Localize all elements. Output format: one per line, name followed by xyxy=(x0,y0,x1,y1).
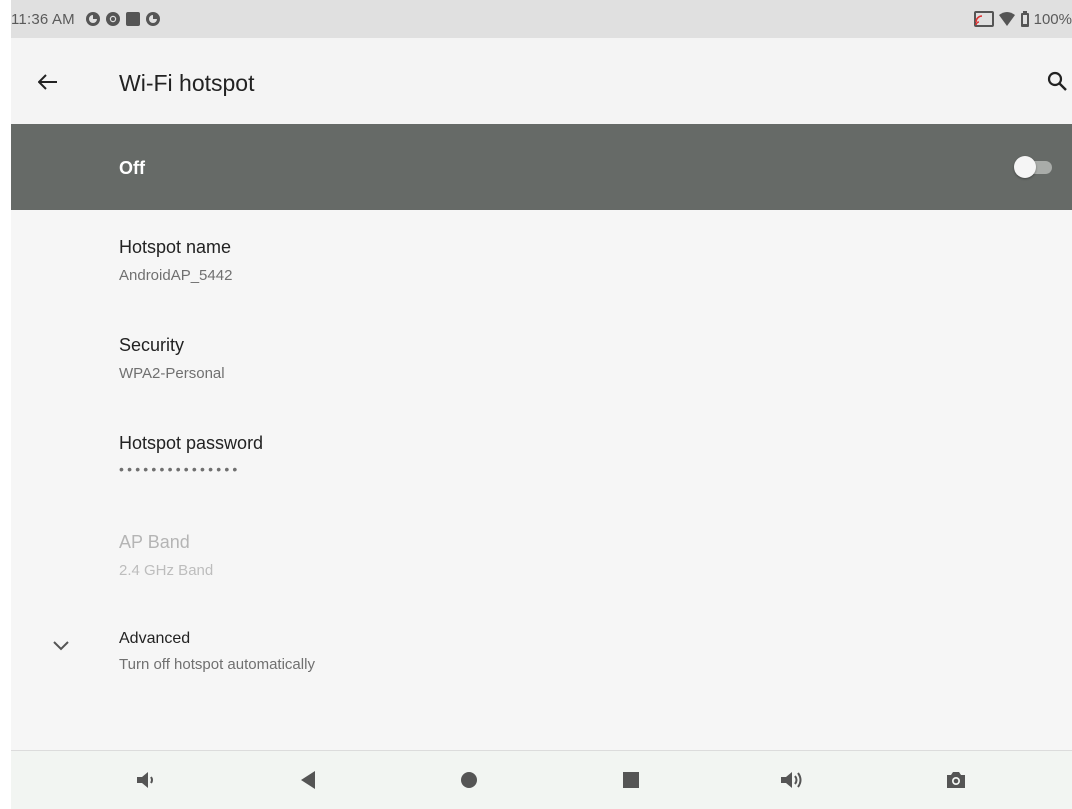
stop-notification-icon xyxy=(125,12,140,26)
screen: 11:36 AM 100% Wi-Fi hotspot Off Hotspot … xyxy=(11,0,1072,809)
cast-icon xyxy=(973,11,994,27)
search-icon xyxy=(1047,71,1067,91)
app-notification-icon xyxy=(85,12,100,26)
pref-title: Hotspot name xyxy=(119,237,232,257)
recents-icon xyxy=(623,772,639,788)
home-icon xyxy=(461,772,477,788)
pref-summary: Turn off hotspot automatically xyxy=(119,656,315,673)
notification-icons xyxy=(85,11,165,27)
app-bar: Wi-Fi hotspot xyxy=(11,38,1072,124)
ap-band-pref: AP Band 2.4 GHz Band xyxy=(11,506,1072,604)
app-notification-icon-2 xyxy=(145,12,160,26)
hotspot-password-pref[interactable]: Hotspot password ••••••••••••••• xyxy=(11,408,1072,506)
pref-title: AP Band xyxy=(119,532,190,552)
recents-button[interactable] xyxy=(616,765,646,795)
hotspot-name-pref[interactable]: Hotspot name AndroidAP_5442 xyxy=(11,212,1072,310)
toggle-thumb xyxy=(1014,156,1036,178)
chevron-down-icon xyxy=(49,634,73,658)
status-bar: 11:36 AM 100% xyxy=(11,0,1072,38)
pref-title: Security xyxy=(119,335,185,355)
hotspot-master-switch-bar[interactable]: Off xyxy=(11,124,1072,210)
volume-down-icon xyxy=(137,772,153,788)
chrome-notification-icon xyxy=(105,12,120,26)
security-pref[interactable]: Security WPA2-Personal xyxy=(11,310,1072,408)
advanced-pref[interactable]: Advanced Turn off hotspot automatically xyxy=(11,604,1072,702)
volume-up-button[interactable] xyxy=(777,765,807,795)
wifi-icon xyxy=(998,12,1015,26)
nav-back-button[interactable] xyxy=(293,765,323,795)
pref-summary: AndroidAP_5442 xyxy=(119,267,233,284)
status-time: 11:36 AM xyxy=(11,10,75,28)
home-button[interactable] xyxy=(454,765,484,795)
back-button[interactable] xyxy=(35,69,61,95)
pref-title: Advanced xyxy=(119,630,191,647)
back-icon xyxy=(301,771,315,789)
pref-summary: 2.4 GHz Band xyxy=(119,562,214,579)
screenshot-icon xyxy=(947,772,965,788)
hotspot-toggle[interactable] xyxy=(1014,156,1054,178)
status-right: 100% xyxy=(973,0,1072,38)
navigation-bar xyxy=(11,751,1072,809)
battery-icon xyxy=(1020,11,1029,27)
arrow-back-icon xyxy=(38,74,57,90)
volume-up-icon xyxy=(781,772,802,788)
page-title: Wi-Fi hotspot xyxy=(119,70,255,96)
search-button[interactable] xyxy=(1044,68,1070,94)
screenshot-button[interactable] xyxy=(941,765,971,795)
pref-title: Hotspot password xyxy=(119,433,264,453)
pref-summary: WPA2-Personal xyxy=(119,365,225,382)
volume-down-button[interactable] xyxy=(131,765,161,795)
battery-percent: 100% xyxy=(1033,10,1072,28)
master-switch-label: Off xyxy=(119,158,145,178)
pref-summary: ••••••••••••••• xyxy=(119,461,241,477)
